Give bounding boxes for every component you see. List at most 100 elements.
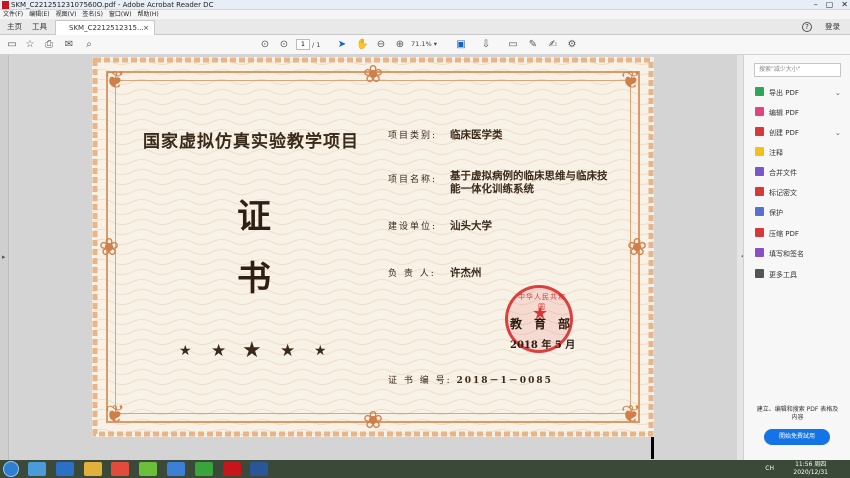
- field-category: 项目类别: 临床医学类: [388, 127, 503, 142]
- tool-item[interactable]: 导出 PDF ⌄: [755, 87, 841, 99]
- name-value: 基于虚拟病例的临床思维与临床技能一体化训练系统: [450, 170, 608, 195]
- scroll-mode-icon[interactable]: ⇩: [480, 39, 492, 51]
- more-tools-icon: [755, 269, 764, 278]
- menu-view[interactable]: 视图(V): [56, 10, 77, 19]
- tab-tools[interactable]: 工具: [32, 19, 47, 35]
- issue-date: 2018 年 5 月: [510, 340, 576, 351]
- prev-page-icon[interactable]: ⊙: [259, 39, 271, 51]
- tool-item[interactable]: 填写和签名: [755, 248, 804, 260]
- page-total: / 1: [312, 41, 321, 49]
- tool-item-label: 注释: [769, 149, 783, 157]
- menu-bar: 文件(F) 编辑(E) 视图(V) 签名(S) 窗口(W) 帮助(H): [0, 10, 850, 19]
- corner-ornament-icon: ❦: [620, 66, 642, 94]
- browser-icon[interactable]: [139, 462, 157, 476]
- tool-search-input[interactable]: 搜索"减少大小": [754, 63, 841, 77]
- unit-label: 建设单位:: [388, 222, 438, 232]
- highlight-pen-icon[interactable]: ✎: [527, 39, 539, 51]
- hand-tool-icon[interactable]: ✋: [356, 39, 368, 51]
- category-label: 项目类别:: [388, 131, 438, 141]
- chevron-down-icon[interactable]: ⌄: [835, 127, 841, 139]
- zoom-in-icon[interactable]: ⊕: [394, 39, 406, 51]
- maximize-button[interactable]: ▢: [826, 0, 834, 10]
- star-icon: ★: [314, 343, 327, 359]
- tab-document[interactable]: SKM_C2212512315... ×: [55, 20, 155, 35]
- chevron-down-icon[interactable]: ⌄: [835, 87, 841, 99]
- tool-item-label: 更多工具: [769, 271, 797, 279]
- tool-item[interactable]: 合并文件: [755, 167, 797, 179]
- comment-tool-icon[interactable]: ▭: [507, 39, 519, 51]
- print-icon[interactable]: ⎙: [43, 39, 55, 51]
- next-page-icon[interactable]: ⊙: [278, 39, 290, 51]
- zoom-level-select[interactable]: 71.1% ▾: [411, 39, 445, 50]
- zoom-out-icon[interactable]: ⊖: [375, 39, 387, 51]
- system-clock[interactable]: 11:56 周四 2020/12/31: [793, 461, 828, 477]
- start-button[interactable]: [3, 461, 19, 477]
- close-tab-icon[interactable]: ×: [143, 21, 149, 35]
- create-pdf-icon: [755, 127, 764, 136]
- chrome-icon[interactable]: [111, 462, 129, 476]
- tool-item[interactable]: 保护: [755, 207, 783, 219]
- menu-help[interactable]: 帮助(H): [138, 10, 159, 19]
- export-pdf-icon: [755, 87, 764, 96]
- unit-value: 汕头大学: [450, 220, 492, 232]
- draw-icon[interactable]: ✍: [547, 39, 559, 51]
- name-label: 项目名称:: [388, 175, 438, 185]
- cert-no-value: 2018－1－0085: [456, 376, 553, 386]
- ie-browser-icon[interactable]: [56, 462, 74, 476]
- category-value: 临床医学类: [450, 129, 503, 141]
- tab-bar: 主页 工具 SKM_C2212512315... × ? 登录: [0, 19, 850, 35]
- promo-text: 建立、编辑和搜索 PDF 表格及内容: [756, 406, 839, 421]
- tool-item[interactable]: 标记密文: [755, 187, 797, 199]
- text-cursor: [651, 437, 654, 459]
- fit-page-icon[interactable]: ▣: [455, 39, 467, 51]
- tools-panel: 搜索"减少大小" 导出 PDF ⌄ 编辑 PDF 创建 PDF ⌄ 注释合并文件标记密文保…: [743, 55, 850, 460]
- login-button[interactable]: 登录: [825, 19, 840, 35]
- menu-sign[interactable]: 签名(S): [82, 10, 103, 19]
- menu-window[interactable]: 窗口(W): [109, 10, 132, 19]
- select-cursor-icon[interactable]: ➤: [336, 39, 348, 51]
- file-explorer-icon[interactable]: [84, 462, 102, 476]
- clock-date: 2020/12/31: [793, 469, 828, 476]
- page-number-input[interactable]: 1: [296, 39, 310, 50]
- protect-icon: [755, 207, 764, 216]
- acrobat-taskbar-icon[interactable]: [223, 462, 241, 476]
- save-icon[interactable]: ▭: [6, 39, 18, 51]
- bookmark-star-icon[interactable]: ☆: [24, 39, 36, 51]
- tool-item[interactable]: 更多工具: [755, 269, 797, 281]
- app-grid-icon[interactable]: [167, 462, 185, 476]
- search-icon[interactable]: ⌕: [83, 39, 95, 51]
- cert-no-label: 证 书 编 号:: [388, 376, 452, 386]
- stamp-icon[interactable]: ⚙: [566, 39, 578, 51]
- tool-item-label: 压缩 PDF: [769, 230, 799, 238]
- certificate-page: ❦ ❦ ❦ ❦ ❀ ❀ ❀ ❀ 国家虚拟仿真实验教学项目 证 书 ★ ★ ★ ★…: [92, 57, 654, 437]
- field-project-name: 项目名称:: [388, 172, 450, 185]
- tool-item[interactable]: 创建 PDF ⌄: [755, 127, 841, 139]
- tool-item[interactable]: 压缩 PDF: [755, 228, 799, 240]
- corner-ornament-icon: ❦: [104, 66, 126, 94]
- certificate-number: 证 书 编 号: 2018－1－0085: [388, 373, 553, 386]
- field-unit: 建设单位: 汕头大学: [388, 218, 492, 233]
- tool-item[interactable]: 编辑 PDF: [755, 107, 799, 119]
- title-bar: SKM_C22125123107560O.pdf - Adobe Acrobat…: [0, 0, 850, 10]
- corner-ornament-icon: ❦: [620, 400, 642, 428]
- toolbar: ▭ ☆ ⎙ ✉ ⌕ ⊙ ⊙ 1 / 1 ➤ ✋ ⊖ ⊕ 71.1% ▾ ▣ ⇩ …: [0, 35, 850, 55]
- acrobat-icon: [2, 1, 9, 9]
- help-icon[interactable]: ?: [802, 22, 812, 32]
- tool-item-label: 合并文件: [769, 169, 797, 177]
- tool-item[interactable]: 注释: [755, 147, 783, 159]
- star-icon: ★: [242, 338, 262, 363]
- free-trial-button[interactable]: 開始免費試用: [764, 429, 830, 445]
- clock-time: 11:56 周四: [795, 461, 827, 468]
- menu-edit[interactable]: 编辑(E): [29, 10, 49, 19]
- left-panel-toggle[interactable]: ▸: [0, 55, 9, 460]
- tab-home[interactable]: 主页: [7, 19, 22, 35]
- input-language[interactable]: CH: [765, 465, 774, 472]
- wechat-icon[interactable]: [195, 462, 213, 476]
- word-icon[interactable]: [250, 462, 268, 476]
- minimize-button[interactable]: –: [814, 0, 818, 10]
- menu-file[interactable]: 文件(F): [3, 10, 23, 19]
- close-window-button[interactable]: ✕: [841, 0, 848, 10]
- edit-pdf-icon: [755, 107, 764, 116]
- email-icon[interactable]: ✉: [63, 39, 75, 51]
- qq-icon[interactable]: [28, 462, 46, 476]
